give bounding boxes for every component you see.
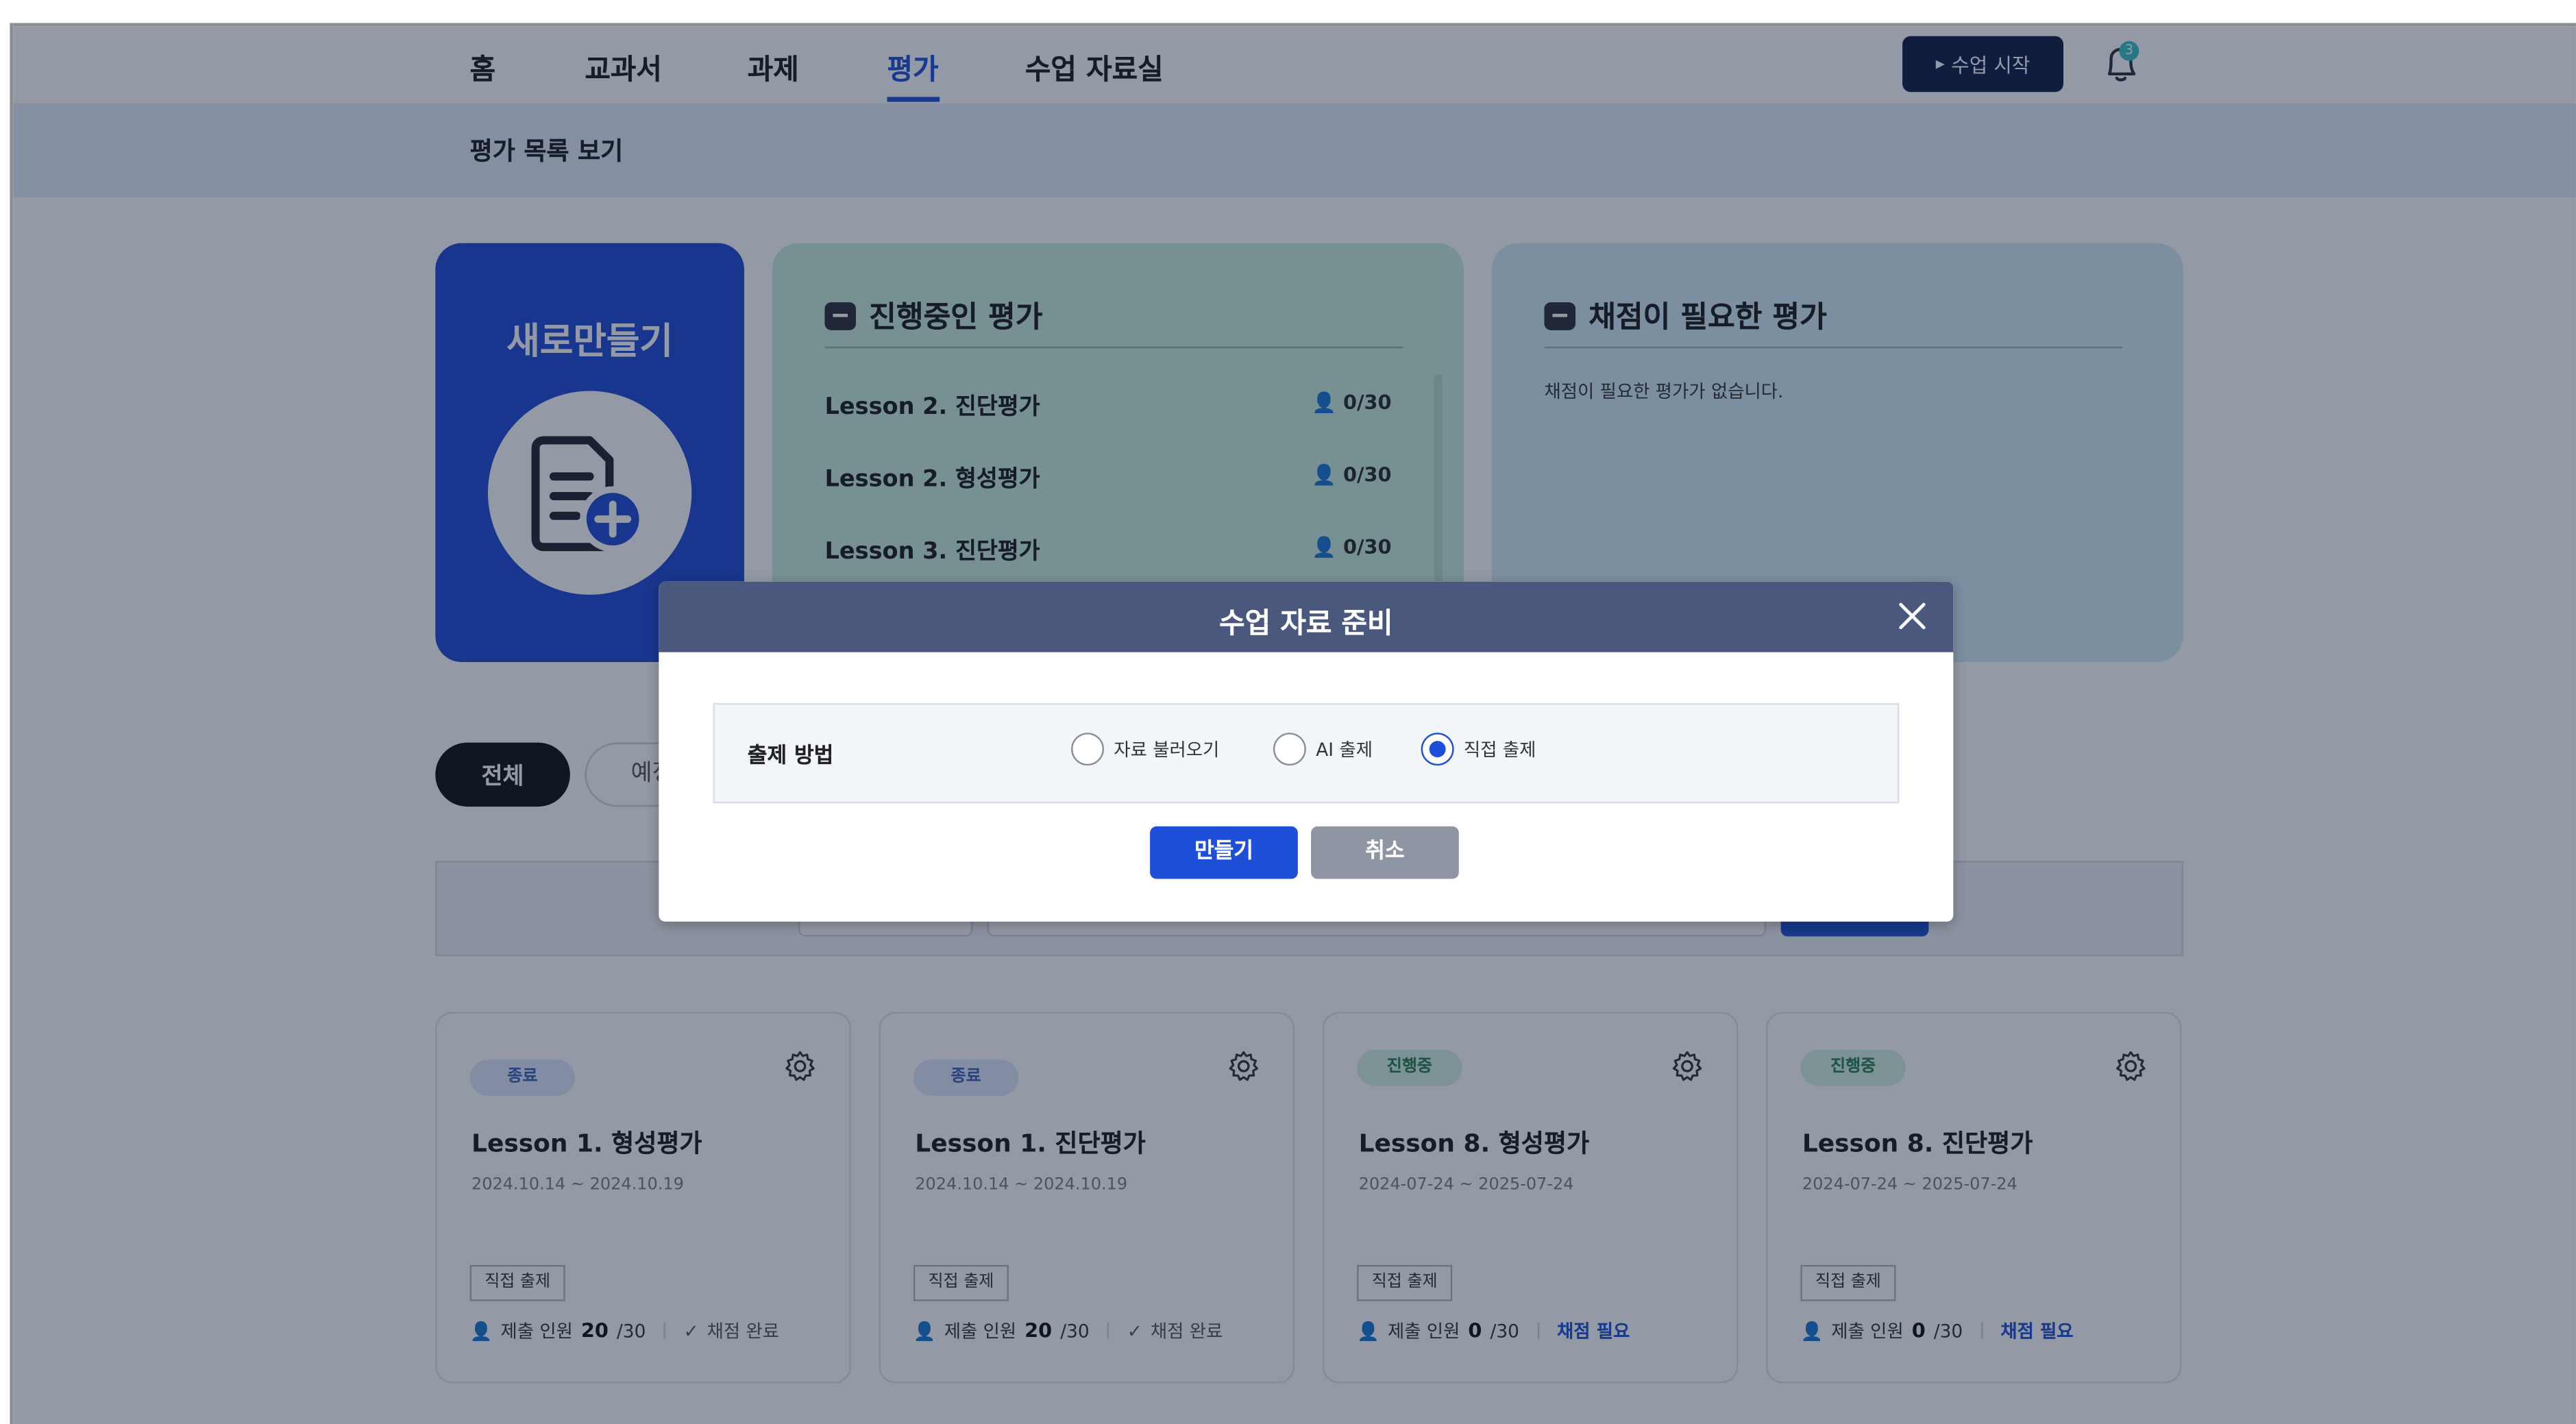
make-button[interactable]: 만들기 xyxy=(1150,826,1298,879)
question-method-label: 출제 방법 xyxy=(747,744,834,769)
cancel-button[interactable]: 취소 xyxy=(1311,826,1459,879)
close-icon[interactable] xyxy=(1894,598,1930,635)
radio-ai-generate[interactable]: AI 출제 xyxy=(1273,733,1373,766)
question-method-row: 출제 방법 자료 불러오기 AI 출제 직접 출제 xyxy=(713,703,1900,804)
radio-label: 자료 불러오기 xyxy=(1114,739,1220,761)
radio-button[interactable] xyxy=(1273,733,1306,766)
radio-direct-create[interactable]: 직접 출제 xyxy=(1421,733,1536,766)
modal-header: 수업 자료 준비 xyxy=(659,581,1954,652)
radio-label: AI 출제 xyxy=(1316,739,1373,761)
radio-load-materials[interactable]: 자료 불러오기 xyxy=(1071,733,1220,766)
modal-title: 수업 자료 준비 xyxy=(1219,608,1393,641)
radio-button-selected[interactable] xyxy=(1421,733,1454,766)
radio-label: 직접 출제 xyxy=(1463,739,1536,761)
prepare-materials-modal: 수업 자료 준비 출제 방법 자료 불러오기 AI 출제 직접 출제 만들기 취… xyxy=(659,581,1954,922)
radio-button[interactable] xyxy=(1071,733,1104,766)
